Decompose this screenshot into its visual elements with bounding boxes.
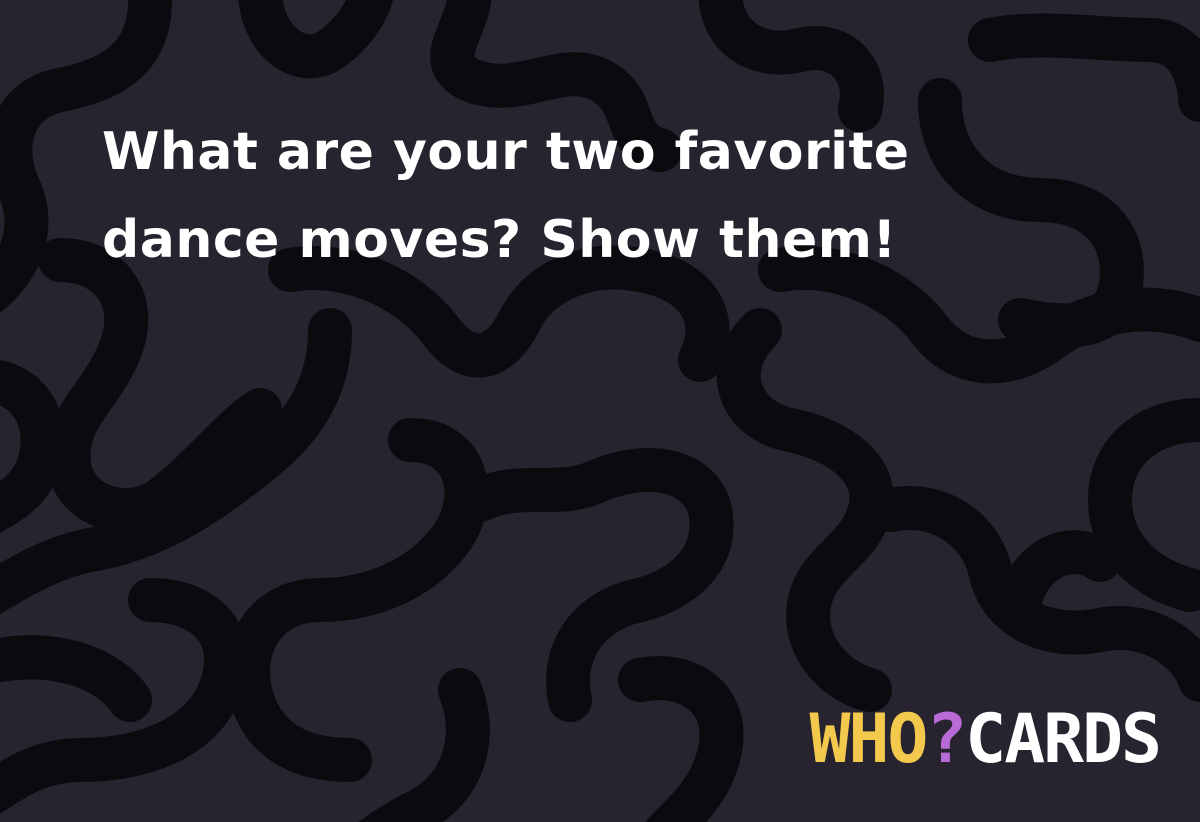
squiggle-line	[238, 0, 393, 79]
logo-who: WHO	[809, 700, 929, 779]
question-line: What are your two favorite	[102, 122, 910, 182]
whocards-logo: WHO?CARDS	[809, 700, 1162, 780]
logo-question-mark: ?	[926, 700, 967, 779]
squiggle-line	[618, 656, 744, 822]
squiggle-line	[716, 308, 894, 712]
question-card: What are your two favorite dance moves? …	[0, 0, 1200, 822]
question-line: dance moves? Show them!	[102, 210, 897, 270]
squiggle-line	[1088, 398, 1200, 612]
squiggle-line	[0, 360, 65, 533]
squiggle-line	[968, 13, 1200, 122]
squiggle-line	[998, 530, 1122, 622]
squiggle-line	[0, 635, 152, 722]
squiggle-line	[226, 418, 489, 782]
logo-cards: CARDS	[965, 700, 1162, 779]
squiggle-line	[698, 0, 884, 132]
question-text: What are your two favorite dance moves? …	[102, 108, 1002, 284]
squiggle-line	[358, 668, 490, 822]
